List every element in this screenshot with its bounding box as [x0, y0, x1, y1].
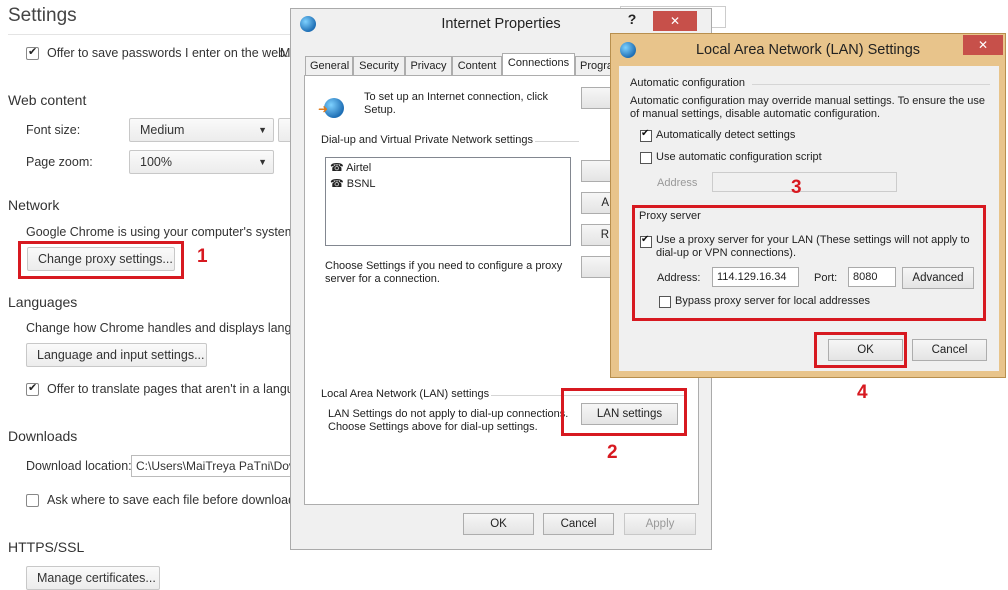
add-vpn-button[interactable]: A [581, 192, 611, 214]
highlight-ok-button [814, 332, 907, 368]
step-number-4: 4 [857, 382, 868, 403]
font-size-select[interactable]: Medium ▼ [129, 118, 274, 142]
lan-text-line1: LAN Settings do not apply to dial-up con… [328, 408, 569, 420]
setup-arrow-icon: ➜ [318, 102, 329, 116]
settings-button[interactable] [581, 256, 611, 278]
tab-privacy[interactable]: Privacy [405, 56, 452, 76]
page-zoom-label: Page zoom: [26, 155, 93, 169]
auto-config-description: Automatic configuration may override man… [630, 95, 986, 120]
save-passwords-label: Offer to save passwords I enter on the w… [47, 46, 289, 60]
lan-settings-title: Local Area Network (LAN) Settings [695, 42, 921, 58]
lan-settings-close-button[interactable]: ✕ [963, 35, 1003, 55]
connection-name: BSNL [346, 178, 376, 190]
auto-detect-checkbox[interactable] [640, 128, 652, 142]
tab-connections[interactable]: Connections [502, 53, 575, 76]
step-number-2: 2 [607, 442, 618, 463]
step-number-1: 1 [197, 246, 208, 267]
connection-name: Airtel [346, 162, 372, 174]
auto-config-group-label: Automatic configuration [630, 77, 745, 89]
script-address-input [712, 172, 897, 192]
languages-description: Change how Chrome handles and displays l… [26, 321, 306, 335]
dialup-group-line [535, 141, 579, 142]
lan-group-label: Local Area Network (LAN) settings [321, 388, 494, 400]
tab-general[interactable]: General [305, 56, 353, 76]
language-input-settings-button[interactable]: Language and input settings... [26, 343, 207, 367]
ask-where-checkbox[interactable] [26, 494, 39, 507]
chevron-down-icon: ▼ [258, 125, 267, 135]
inet-apply-button: Apply [624, 513, 696, 535]
help-button[interactable]: ? [617, 11, 647, 31]
download-location-input[interactable]: C:\Users\MaiTreya PaTni\Dov [131, 455, 291, 477]
page-zoom-value: 100% [140, 155, 172, 169]
lan-text-line2: Choose Settings above for dial-up settin… [328, 421, 538, 433]
translate-checkbox[interactable] [26, 381, 39, 396]
internet-properties-close-button[interactable]: ✕ [653, 11, 697, 31]
section-https-ssl: HTTPS/SSL [8, 539, 85, 555]
dialup-group-label: Dial-up and Virtual Private Network sett… [321, 134, 537, 146]
tab-programs[interactable]: Progra [575, 56, 615, 76]
section-web-content: Web content [8, 92, 87, 108]
translate-label: Offer to translate pages that aren't in … [47, 382, 301, 396]
highlight-lan-settings [561, 388, 687, 436]
highlight-proxy-server [632, 205, 986, 321]
save-passwords-label-tail: M [280, 46, 291, 60]
auto-config-group-line [752, 84, 990, 85]
script-address-label: Address [657, 177, 698, 189]
setup-text: To set up an Internet connection, click … [364, 91, 549, 116]
manage-certificates-button[interactable]: Manage certificates... [26, 566, 160, 590]
font-size-label: Font size: [26, 123, 81, 137]
section-languages: Languages [8, 294, 78, 310]
step-number-3: 3 [791, 177, 802, 198]
font-size-value: Medium [140, 123, 185, 137]
use-script-label: Use automatic configuration script [656, 151, 822, 163]
remove-button[interactable]: R [581, 224, 611, 246]
page-zoom-select[interactable]: 100% ▼ [129, 150, 274, 174]
add-button[interactable] [581, 160, 611, 182]
section-downloads: Downloads [8, 428, 78, 444]
highlight-change-proxy [18, 241, 184, 279]
list-item[interactable]: ☎ Airtel [330, 161, 371, 174]
download-location-label: Download location: [26, 459, 132, 473]
inet-cancel-button[interactable]: Cancel [543, 513, 614, 535]
auto-detect-label: Automatically detect settings [656, 129, 796, 141]
choose-settings-text: Choose Settings if you need to configure… [325, 260, 563, 285]
page-title-underline [8, 34, 290, 35]
chevron-down-icon: ▼ [258, 157, 267, 167]
section-network: Network [8, 197, 60, 213]
setup-button[interactable] [581, 87, 611, 109]
network-description: Google Chrome is using your computer's s… [26, 225, 306, 239]
inet-ok-button[interactable]: OK [463, 513, 534, 535]
page-title: Settings [8, 5, 77, 26]
save-passwords-checkbox[interactable] [26, 45, 39, 60]
lan-cancel-button[interactable]: Cancel [912, 339, 987, 361]
ask-where-label: Ask where to save each file before downl… [47, 493, 303, 507]
use-script-checkbox[interactable] [640, 152, 652, 164]
connections-list[interactable]: ☎ Airtel ☎ BSNL [325, 157, 571, 246]
tab-security[interactable]: Security [353, 56, 405, 76]
tab-content[interactable]: Content [452, 56, 502, 76]
phone-icon: ☎ [330, 178, 344, 190]
phone-icon: ☎ [330, 162, 344, 174]
list-item[interactable]: ☎ BSNL [330, 177, 376, 190]
